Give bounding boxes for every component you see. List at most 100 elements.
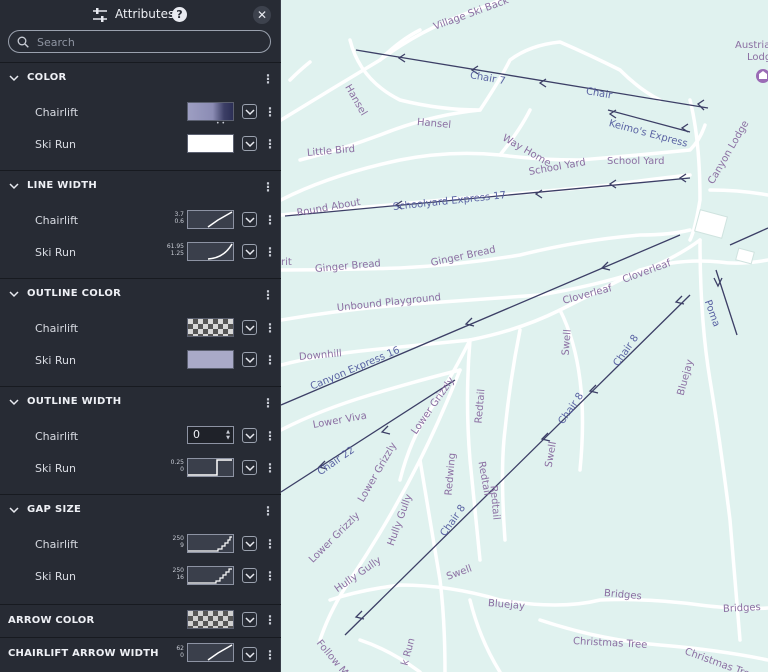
range-max: 61.95 (166, 243, 184, 250)
more-icon[interactable]: ⋮ (264, 105, 276, 119)
dropdown-button[interactable] (242, 428, 257, 443)
stepper-icon[interactable]: ▲ ▼ (226, 429, 230, 441)
color-swatch[interactable] (187, 350, 234, 369)
section-header[interactable]: GAP SIZE ⋮ (0, 495, 281, 525)
range-min: 16 (176, 574, 184, 581)
range-labels: 3.7 0.6 (174, 211, 184, 225)
more-icon[interactable]: ⋮ (262, 396, 274, 410)
width-ramp-graph[interactable] (187, 242, 234, 261)
chairlift-arrow-width-row: CHAIRLIFT ARROW WIDTH 62 0 ⋮ (0, 637, 281, 672)
range-labels: 62 0 (176, 645, 184, 659)
attribute-row: Ski Run ⋮ (0, 131, 281, 159)
more-icon[interactable]: ⋮ (264, 648, 276, 662)
section-color: COLOR ⋮ Chairlift • • ⋮ Ski Run ⋮ (0, 62, 281, 170)
chevron-down-icon (245, 433, 255, 440)
dropdown-button[interactable] (242, 352, 257, 367)
chevron-down-icon (245, 141, 255, 148)
range-labels: 0.25 0 (171, 459, 184, 473)
chevron-down-icon[interactable] (9, 289, 19, 299)
chevron-down-icon[interactable] (9, 397, 19, 407)
dropdown-button[interactable] (242, 104, 257, 119)
row-label: Ski Run (35, 246, 76, 259)
range-max: 250 (172, 567, 184, 574)
map-label: Swell (560, 328, 574, 356)
more-icon[interactable]: ⋮ (264, 137, 276, 151)
dropdown-button[interactable] (242, 320, 257, 335)
width-ramp-graph[interactable] (187, 210, 234, 229)
dropdown-button[interactable] (242, 460, 257, 475)
transparent-swatch[interactable] (187, 610, 234, 629)
number-value: 0 (193, 428, 200, 441)
dropdown-button[interactable] (242, 136, 257, 151)
more-icon[interactable]: ⋮ (264, 569, 276, 583)
more-icon[interactable]: ⋮ (264, 537, 276, 551)
more-icon[interactable]: ⋮ (262, 72, 274, 86)
range-labels: 61.95 1.25 (167, 243, 184, 257)
close-icon[interactable]: ✕ (253, 6, 271, 24)
number-input[interactable]: 0 ▲ ▼ (187, 426, 234, 444)
more-icon[interactable]: ⋮ (264, 429, 276, 443)
transparent-swatch[interactable] (187, 318, 234, 337)
row-label: Chairlift (35, 430, 79, 443)
dropdown-button[interactable] (242, 212, 257, 227)
gap-ramp-graph[interactable] (187, 534, 234, 553)
dropdown-button[interactable] (242, 536, 257, 551)
dropdown-button[interactable] (242, 568, 257, 583)
map-label: Bridges (722, 602, 762, 615)
search-input[interactable] (37, 34, 262, 50)
chevron-down-icon[interactable] (9, 73, 19, 83)
attribute-row: Ski Run 61.95 1.25 ⋮ (0, 239, 281, 267)
range-labels: 250 16 (173, 567, 184, 581)
buildings (694, 209, 755, 265)
row-label: Ski Run (35, 138, 76, 151)
section-outline-color: OUTLINE COLOR ⋮ Chairlift ⋮ Ski Run ⋮ (0, 278, 281, 386)
section-header[interactable]: LINE WIDTH ⋮ (0, 171, 281, 201)
chevron-down-icon (245, 109, 255, 116)
help-icon[interactable]: ? (172, 7, 187, 22)
chevron-down-icon (245, 325, 255, 332)
attribute-row: Chairlift 3.7 0.6 ⋮ (0, 207, 281, 235)
row-label: Chairlift (35, 322, 79, 335)
row-label: Chairlift (35, 214, 79, 227)
more-icon[interactable]: ⋮ (264, 321, 276, 335)
more-icon[interactable]: ⋮ (262, 504, 274, 518)
chevron-down-icon[interactable] (9, 181, 19, 191)
more-icon[interactable]: ⋮ (264, 461, 276, 475)
more-icon[interactable]: ⋮ (264, 613, 276, 627)
attribute-row: Chairlift ⋮ (0, 315, 281, 343)
gap-ramp-graph[interactable] (187, 566, 234, 585)
dropdown-button[interactable] (242, 647, 257, 662)
section-outline-width: OUTLINE WIDTH ⋮ Chairlift 0 ▲ ▼ ⋮ Ski Run … (0, 386, 281, 494)
row-label: Ski Run (35, 462, 76, 475)
color-ramp-swatch[interactable] (187, 102, 234, 121)
map-label: Lodg (747, 52, 768, 63)
more-icon[interactable]: ⋮ (264, 245, 276, 259)
chevron-down-icon (245, 217, 255, 224)
map-label: Austria (735, 40, 768, 51)
more-icon[interactable]: ⋮ (264, 213, 276, 227)
range-max: 62 (176, 645, 184, 652)
range-max: 250 (172, 535, 184, 542)
range-max: 3.7 (174, 211, 184, 218)
section-header[interactable]: OUTLINE COLOR ⋮ (0, 279, 281, 309)
curve-graph (207, 243, 233, 260)
row-label: Ski Run (35, 354, 76, 367)
section-header[interactable]: COLOR ⋮ (0, 63, 281, 93)
more-icon[interactable]: ⋮ (262, 288, 274, 302)
dropdown-button[interactable] (242, 612, 257, 627)
chevron-down-icon[interactable] (9, 505, 19, 515)
row-title: ARROW COLOR (8, 615, 95, 626)
more-icon[interactable]: ⋮ (262, 180, 274, 194)
width-ramp-graph[interactable] (187, 458, 234, 477)
width-ramp-graph[interactable] (187, 643, 234, 662)
dropdown-button[interactable] (242, 244, 257, 259)
arrow-color-row: ARROW COLOR ⋮ (0, 604, 281, 636)
chevron-down-icon (245, 357, 255, 364)
section-header[interactable]: OUTLINE WIDTH ⋮ (0, 387, 281, 417)
color-swatch[interactable] (187, 134, 234, 153)
map-view[interactable]: Village Ski Back Hansel Chair 7 Chair Au… (281, 0, 768, 672)
attribute-row: Ski Run 250 16 ⋮ (0, 563, 281, 591)
attribute-row: Ski Run ⋮ (0, 347, 281, 375)
more-icon[interactable]: ⋮ (264, 353, 276, 367)
section-line-width: LINE WIDTH ⋮ Chairlift 3.7 0.6 ⋮ Ski Run … (0, 170, 281, 278)
